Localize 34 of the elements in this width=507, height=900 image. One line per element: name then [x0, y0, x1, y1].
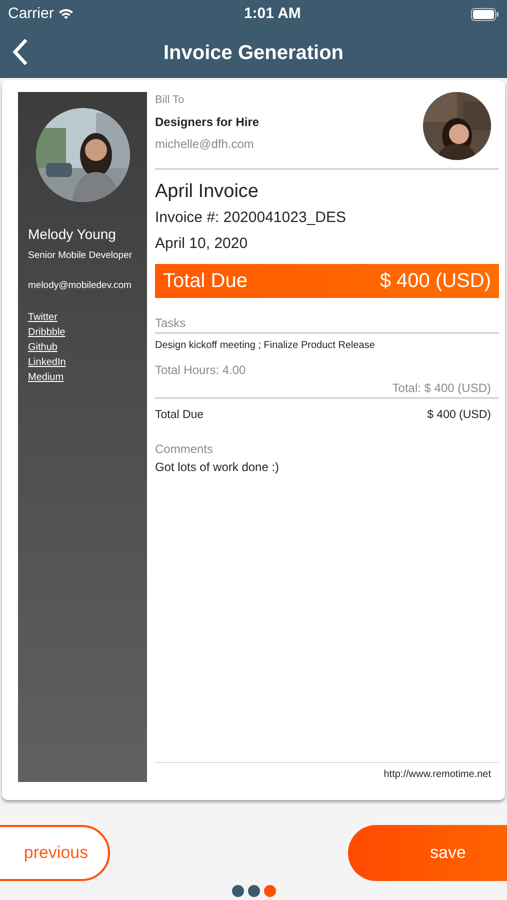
total-due-amount: $ 400 (USD) — [380, 268, 491, 294]
carrier-name: Carrier — [8, 4, 54, 24]
total-due-amount: $ 400 (USD) — [427, 408, 491, 422]
page-dot[interactable] — [264, 885, 276, 897]
website-url: http://www.remotime.net — [384, 768, 491, 782]
client-email: michelle@dfh.com — [155, 136, 255, 152]
profile-link[interactable]: Twitter — [28, 310, 58, 324]
profile-link[interactable]: Github — [28, 340, 58, 354]
profile-name: Melody Young — [28, 225, 117, 244]
tasks-label: Tasks — [155, 314, 499, 334]
invoice-date: April 10, 2020 — [155, 234, 249, 254]
profile-email: melody@mobiledev.com — [28, 279, 132, 294]
page-dot[interactable] — [248, 885, 260, 897]
profile-link[interactable]: LinkedIn — [28, 354, 66, 370]
total-due-label: Total Due — [155, 408, 204, 422]
tasks-text: Design kickoff meeting ; Finalize Product Release — [155, 338, 376, 352]
total-due-label: Total Due — [163, 268, 248, 294]
tasks-total: Total: $ 400 (USD) — [392, 380, 491, 396]
back-button[interactable] — [12, 38, 28, 66]
battery-icon — [471, 8, 499, 20]
profile-link[interactable]: Medium — [28, 370, 64, 384]
invoice-title: April Invoice — [155, 180, 260, 204]
invoice-number: Invoice #: 2020041023_DES — [155, 208, 347, 228]
bill-to-label: Bill To — [155, 93, 186, 108]
wifi-icon — [58, 8, 74, 20]
profile-link[interactable]: Dribbble — [28, 324, 66, 340]
profile-role: Senior Mobile Developer — [28, 249, 134, 263]
comments-label: Comments — [155, 440, 214, 458]
total-hours: Total Hours: 4.00 — [155, 362, 247, 378]
status-time: 1:01 AM — [244, 4, 301, 24]
comments-text: Got lots of work done :) — [155, 458, 280, 476]
client-name: Designers for Hire — [155, 114, 260, 130]
page-dot[interactable] — [232, 885, 244, 897]
page-title: Invoice Generation — [163, 41, 344, 66]
